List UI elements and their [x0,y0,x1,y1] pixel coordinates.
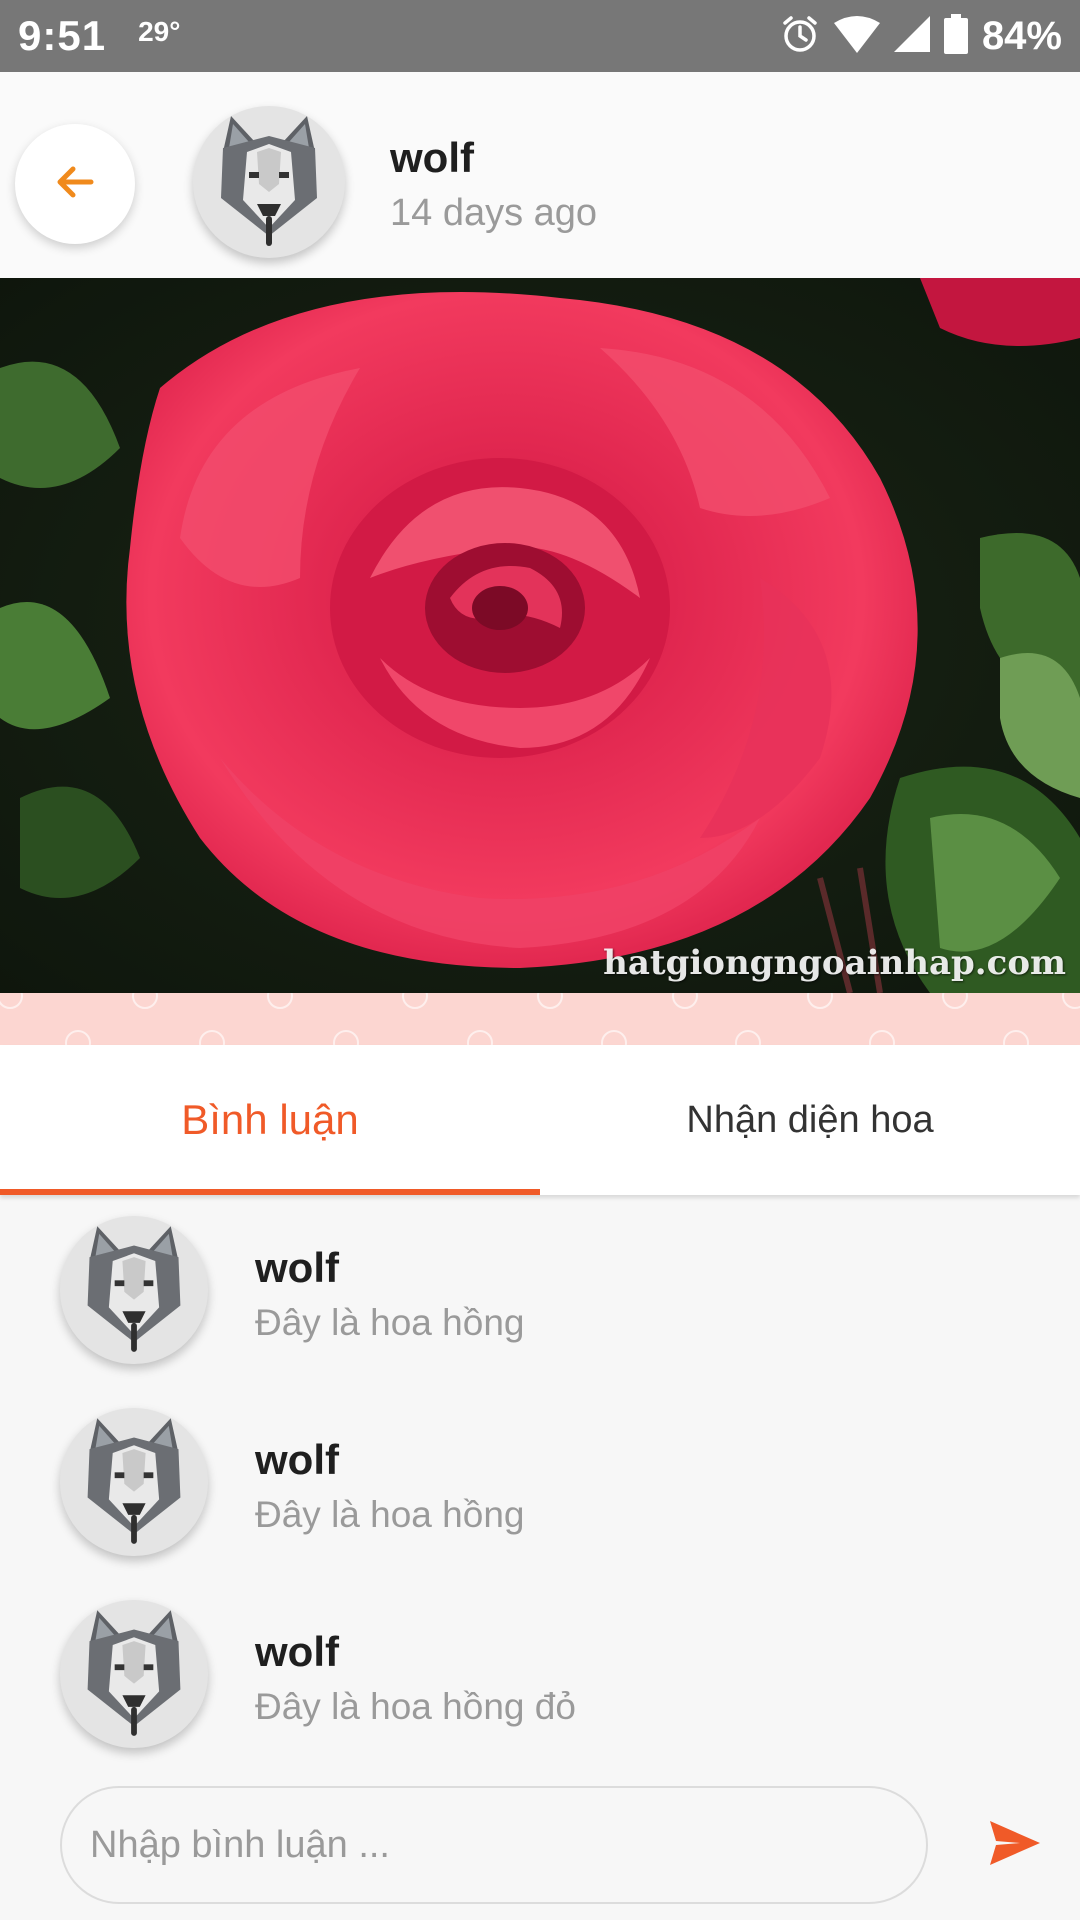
comment-author[interactable]: wolf [255,1628,339,1676]
comment-item[interactable]: wolf Đây là hoa hồng [0,1392,1080,1562]
post-photo[interactable]: hatgiongngoainhap.com [0,278,1080,993]
comment-text: Đây là hoa hồng [255,1494,525,1535]
comment-avatar[interactable] [60,1216,208,1364]
arrow-left-icon [51,158,99,211]
comment-input-container [60,1786,928,1904]
screen: 9:51 29° 84% wolf 14 days ago hatgiongng… [0,0,1080,1920]
status-time: 9:51 [18,12,107,59]
post-header: wolf 14 days ago [0,72,1080,278]
post-time: 14 days ago [390,192,598,234]
tab-flower-recognition[interactable]: Nhận diện hoa [540,1045,1080,1195]
comment-item[interactable]: wolf Đây là hoa hồng đỏ [0,1584,1080,1754]
rose-image [0,278,1080,993]
wolf-avatar-icon [87,1418,181,1544]
battery-percent: 84% [981,13,1062,58]
author-avatar[interactable] [193,106,345,258]
comment-avatar[interactable] [60,1600,208,1748]
photo-watermark: hatgiongngoainhap.com [603,943,1066,983]
photo-bottom-strip [0,993,1080,1045]
comment-text: Đây là hoa hồng đỏ [255,1686,576,1727]
author-name[interactable]: wolf [390,134,474,182]
status-icons: 84% [780,13,1062,59]
send-icon [988,1819,1042,1872]
wolf-avatar-icon [87,1610,181,1736]
signal-icon [893,15,930,57]
send-button[interactable] [985,1815,1045,1875]
wolf-avatar-icon [87,1226,181,1352]
comment-author[interactable]: wolf [255,1436,339,1484]
battery-icon [943,13,968,59]
comment-text: Đây là hoa hồng [255,1302,525,1343]
alarm-icon [780,14,820,59]
wifi-icon [833,15,880,58]
comment-author[interactable]: wolf [255,1244,339,1292]
tab-bar: Bình luận Nhận diện hoa [0,1045,1080,1195]
status-temperature: 29° [138,16,181,47]
tab-comments[interactable]: Bình luận [0,1045,540,1195]
wolf-avatar-icon [221,116,317,246]
comment-item[interactable]: wolf Đây là hoa hồng [0,1200,1080,1370]
status-bar: 9:51 29° 84% [0,0,1080,72]
back-button[interactable] [15,124,135,244]
comment-avatar[interactable] [60,1408,208,1556]
comment-input[interactable] [90,1823,898,1867]
